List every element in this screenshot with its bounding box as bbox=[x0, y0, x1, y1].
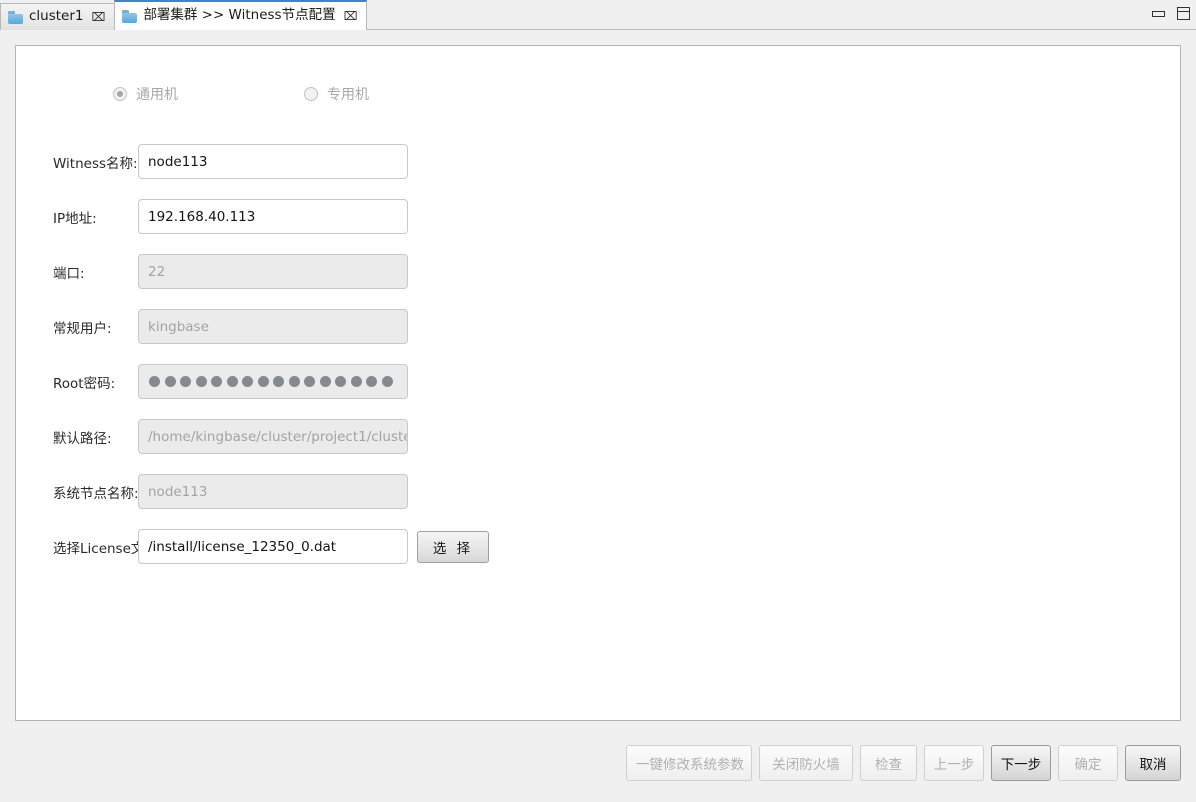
field-label: 系统节点名称: bbox=[53, 485, 139, 502]
form-row-system-node-name: 系统节点名称: node113 bbox=[16, 464, 1180, 519]
tab-label: cluster1 bbox=[29, 8, 84, 25]
radio-general-machine[interactable]: 通用机 bbox=[113, 84, 304, 104]
password-dot bbox=[288, 376, 300, 387]
form-row-ip-address: IP地址: 192.168.40.113 bbox=[16, 189, 1180, 244]
password-dot bbox=[257, 376, 269, 387]
footer-button-bar: 一键修改系统参数 关闭防火墙 检查 上一步 下一步 确定 取消 bbox=[0, 742, 1196, 784]
check-button: 检查 bbox=[860, 745, 917, 781]
password-dot bbox=[180, 376, 191, 387]
one-click-modify-system-params-button: 一键修改系统参数 bbox=[626, 745, 752, 781]
field-label: IP地址: bbox=[53, 210, 97, 227]
radio-icon bbox=[304, 87, 318, 101]
tab-label: 部署集群 >> Witness节点配置 bbox=[143, 7, 336, 24]
confirm-button: 确定 bbox=[1058, 745, 1118, 781]
field-value: /install/license_12350_0.dat bbox=[148, 538, 337, 555]
ip-address-input[interactable]: 192.168.40.113 bbox=[138, 199, 408, 234]
password-dot bbox=[226, 376, 238, 387]
field-value: node113 bbox=[148, 153, 208, 170]
field-label: 选择License文件: bbox=[53, 540, 163, 557]
password-dot bbox=[319, 376, 331, 387]
radio-label: 通用机 bbox=[136, 87, 178, 103]
password-dot bbox=[149, 376, 160, 387]
tab-bar-filler bbox=[367, 2, 1196, 30]
field-value: 192.168.40.113 bbox=[148, 208, 256, 225]
regular-user-input: kingbase bbox=[138, 309, 408, 344]
witness-name-input[interactable]: node113 bbox=[138, 144, 408, 179]
port-input: 22 bbox=[138, 254, 408, 289]
next-step-button[interactable]: 下一步 bbox=[991, 745, 1051, 781]
radio-dedicated-machine[interactable]: 专用机 bbox=[304, 84, 369, 104]
close-icon[interactable]: ⌧ bbox=[92, 11, 106, 23]
password-dot bbox=[242, 376, 253, 387]
field-value: 22 bbox=[148, 263, 166, 280]
field-value: kingbase bbox=[148, 318, 209, 335]
password-dot bbox=[366, 376, 377, 387]
folder-icon bbox=[8, 10, 23, 24]
field-value: node113 bbox=[148, 483, 208, 500]
password-dot bbox=[381, 376, 393, 387]
password-mask bbox=[148, 376, 393, 387]
field-value: /home/kingbase/cluster/project1/cluster bbox=[148, 428, 407, 445]
tab-deploy-cluster-witness-config[interactable]: 部署集群 >> Witness节点配置 ⌧ bbox=[114, 0, 368, 30]
form-row-root-password: Root密码: bbox=[16, 354, 1180, 409]
field-label: 常规用户: bbox=[53, 320, 112, 337]
close-firewall-button: 关闭防火墙 bbox=[759, 745, 853, 781]
form-row-witness-name: Witness名称: node113 bbox=[16, 134, 1180, 189]
root-password-input bbox=[138, 364, 408, 399]
witness-config-form: Witness名称: node113 IP地址: 192.168.40.113 … bbox=[16, 134, 1180, 574]
system-node-name-input: node113 bbox=[138, 474, 408, 509]
password-dot bbox=[164, 376, 176, 387]
field-label: 端口: bbox=[53, 265, 85, 282]
window-controls bbox=[1152, 7, 1190, 20]
field-label: Witness名称: bbox=[53, 155, 138, 172]
form-row-license-file: 选择License文件: /install/license_12350_0.da… bbox=[16, 519, 1180, 574]
previous-step-button: 上一步 bbox=[924, 745, 984, 781]
choose-license-file-button[interactable]: 选 择 bbox=[417, 530, 489, 563]
form-row-default-path: 默认路径: /home/kingbase/cluster/project1/cl… bbox=[16, 409, 1180, 464]
close-icon[interactable]: ⌧ bbox=[344, 10, 358, 22]
form-row-regular-user: 常规用户: kingbase bbox=[16, 299, 1180, 354]
password-dot bbox=[211, 376, 222, 387]
field-label: Root密码: bbox=[53, 375, 116, 392]
password-dot bbox=[350, 376, 362, 387]
default-path-input: /home/kingbase/cluster/project1/cluster bbox=[138, 419, 408, 454]
license-file-input[interactable]: /install/license_12350_0.dat bbox=[138, 529, 408, 564]
password-dot bbox=[335, 376, 346, 387]
maximize-icon[interactable] bbox=[1177, 7, 1190, 20]
cancel-button[interactable]: 取消 bbox=[1125, 745, 1181, 781]
content-panel: 通用机 专用机 Witness名称: node113 IP地址: 192.168… bbox=[15, 45, 1181, 721]
tab-cluster1[interactable]: cluster1 ⌧ bbox=[0, 3, 116, 30]
folder-icon bbox=[122, 9, 138, 23]
radio-icon bbox=[113, 87, 127, 101]
minimize-icon[interactable] bbox=[1152, 10, 1165, 17]
machine-type-radio-group: 通用机 专用机 bbox=[113, 84, 369, 104]
password-dot bbox=[304, 376, 315, 387]
form-row-port: 端口: 22 bbox=[16, 244, 1180, 299]
radio-label: 专用机 bbox=[327, 87, 369, 103]
tab-bar: cluster1 ⌧ 部署集群 >> Witness节点配置 ⌧ bbox=[0, 0, 1196, 30]
password-dot bbox=[273, 376, 284, 387]
password-dot bbox=[195, 376, 207, 387]
field-label: 默认路径: bbox=[53, 430, 112, 447]
